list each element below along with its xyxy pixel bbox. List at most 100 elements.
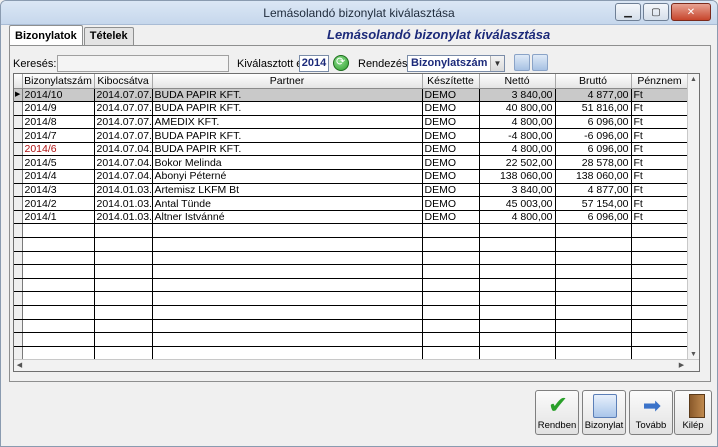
column-header[interactable]: Kibocsátva	[94, 74, 153, 89]
table-cell	[152, 278, 423, 293]
ok-button[interactable]: ✔ Rendben	[535, 390, 579, 435]
column-header[interactable]: Partner	[152, 74, 423, 89]
table-cell: 2014.07.07.	[94, 128, 153, 143]
search-input[interactable]	[57, 55, 229, 72]
column-header[interactable]: Bruttó	[555, 74, 632, 89]
row-indicator[interactable]	[14, 155, 23, 171]
scroll-up-icon[interactable]: ▲	[688, 74, 699, 85]
table-row[interactable]	[14, 251, 689, 266]
search-label: Keresés:	[13, 58, 57, 70]
table-row[interactable]	[14, 264, 689, 279]
row-indicator[interactable]	[14, 169, 23, 184]
table-cell	[22, 237, 95, 252]
row-indicator[interactable]	[14, 332, 23, 347]
row-indicator[interactable]	[14, 319, 23, 334]
tab-bizonylatok[interactable]: Bizonylatok	[9, 25, 83, 45]
export-icon[interactable]	[514, 54, 530, 71]
table-cell: 6 096,00	[555, 210, 632, 225]
table-row[interactable]	[14, 319, 689, 334]
row-indicator[interactable]	[14, 142, 23, 157]
row-indicator[interactable]	[14, 210, 23, 225]
year-field[interactable]: 2014	[299, 55, 329, 72]
row-indicator[interactable]	[14, 251, 23, 266]
table-row[interactable]: 2014/7 2014.07.07. BUDA PAPIR KFT. DEMO -4 8…	[14, 128, 689, 143]
table-row[interactable]: 2014/1 2014.01.03. Altner Istvánné DEMO 4 80…	[14, 210, 689, 225]
minimize-button[interactable]: ▁	[615, 3, 641, 21]
table-cell	[479, 291, 556, 306]
table-cell: 2014.07.07.	[94, 101, 153, 116]
table-cell: 2014/1	[22, 210, 95, 225]
vertical-scrollbar[interactable]: ▲ ▼	[687, 74, 699, 360]
table-row[interactable]	[14, 291, 689, 306]
table-cell: 22 502,00	[479, 155, 556, 171]
exit-button[interactable]: Kilép	[674, 390, 712, 435]
table-cell: BUDA PAPIR KFT.	[152, 128, 423, 143]
table-cell	[631, 305, 689, 320]
document-button[interactable]: Bizonylat	[582, 390, 626, 435]
tab-tetelek[interactable]: Tételek	[83, 27, 134, 45]
table-row[interactable]: 2014/4 2014.07.04. Abonyi Péterné DEMO 138 0…	[14, 169, 689, 184]
row-indicator[interactable]	[14, 278, 23, 293]
ok-button-label: Rendben	[537, 420, 577, 431]
next-button[interactable]: ➡ Tovább	[629, 390, 673, 435]
row-indicator[interactable]	[14, 305, 23, 320]
table-cell: 138 060,00	[479, 169, 556, 184]
table-cell	[94, 346, 153, 361]
row-indicator[interactable]	[14, 291, 23, 306]
check-icon: ✔	[547, 392, 569, 419]
table-cell: DEMO	[422, 88, 480, 103]
table-row[interactable]: 2014/6 2014.07.04. BUDA PAPIR KFT. DEMO 4 80…	[14, 142, 689, 157]
row-indicator[interactable]	[14, 346, 23, 361]
column-header[interactable]: Nettó	[479, 74, 556, 89]
table-row[interactable]: 2014/5 2014.07.04. Bokor Melinda DEMO 22 502…	[14, 155, 689, 171]
column-header[interactable]: Készítette	[422, 74, 480, 89]
table-cell	[22, 264, 95, 279]
table-row[interactable]: 2014/2 2014.01.03. Antal Tünde DEMO 45 003,0…	[14, 196, 689, 211]
table-row[interactable]	[14, 223, 689, 239]
table-cell	[152, 332, 423, 347]
table-row[interactable]: 2014/3 2014.01.03. Artemisz LKFM Bt DEMO 3 8…	[14, 183, 689, 198]
table-row[interactable]: 2014/9 2014.07.07. BUDA PAPIR KFT. DEMO 40 8…	[14, 101, 689, 116]
table-cell: Ft	[631, 155, 689, 171]
table-cell: Ft	[631, 88, 689, 103]
close-button[interactable]: ✕	[671, 3, 711, 21]
document-preview-icon	[593, 394, 617, 418]
table-cell	[22, 291, 95, 306]
row-indicator[interactable]	[14, 223, 23, 239]
row-indicator[interactable]: ▶	[14, 88, 23, 103]
table-cell	[479, 251, 556, 266]
table-row[interactable]	[14, 278, 689, 293]
row-indicator[interactable]	[14, 101, 23, 116]
row-indicator[interactable]	[14, 264, 23, 279]
table-cell	[555, 305, 632, 320]
title-bar[interactable]: Lemásolandó bizonylat kiválasztása ▁ ▢ ✕	[1, 1, 717, 25]
row-indicator[interactable]	[14, 115, 23, 130]
table-cell: Altner Istvánné	[152, 210, 423, 225]
restore-button[interactable]: ▢	[643, 3, 669, 21]
table-cell: BUDA PAPIR KFT.	[152, 88, 423, 103]
row-indicator[interactable]	[14, 128, 23, 143]
table-cell	[422, 237, 480, 252]
row-indicator[interactable]	[14, 196, 23, 211]
column-header[interactable]: Pénznem	[631, 74, 689, 89]
table-row[interactable]: ▶ 2014/10 2014.07.07. BUDA PAPIR KFT. DEMO 3 …	[14, 88, 689, 103]
table-row[interactable]	[14, 237, 689, 252]
horizontal-scrollbar[interactable]: ◀ ▶	[14, 359, 699, 371]
refresh-icon[interactable]	[333, 55, 349, 71]
table-cell	[152, 223, 423, 239]
scroll-left-icon[interactable]: ◀	[14, 360, 25, 371]
save-icon[interactable]	[532, 54, 548, 71]
table-row[interactable]	[14, 332, 689, 347]
table-row[interactable]: 2014/8 2014.07.07. AMEDIX KFT. DEMO 4 800,00…	[14, 115, 689, 130]
table-cell	[631, 319, 689, 334]
row-indicator-header	[14, 74, 23, 89]
table-row[interactable]	[14, 346, 689, 361]
chevron-down-icon[interactable]: ▼	[490, 56, 504, 71]
sort-select[interactable]: Bizonylatszám ▼	[407, 55, 505, 72]
table-row[interactable]	[14, 305, 689, 320]
row-indicator[interactable]	[14, 183, 23, 198]
row-indicator[interactable]	[14, 237, 23, 252]
table-cell	[94, 223, 153, 239]
scroll-right-icon[interactable]: ▶	[676, 360, 687, 371]
column-header[interactable]: Bizonylatszám	[22, 74, 95, 89]
